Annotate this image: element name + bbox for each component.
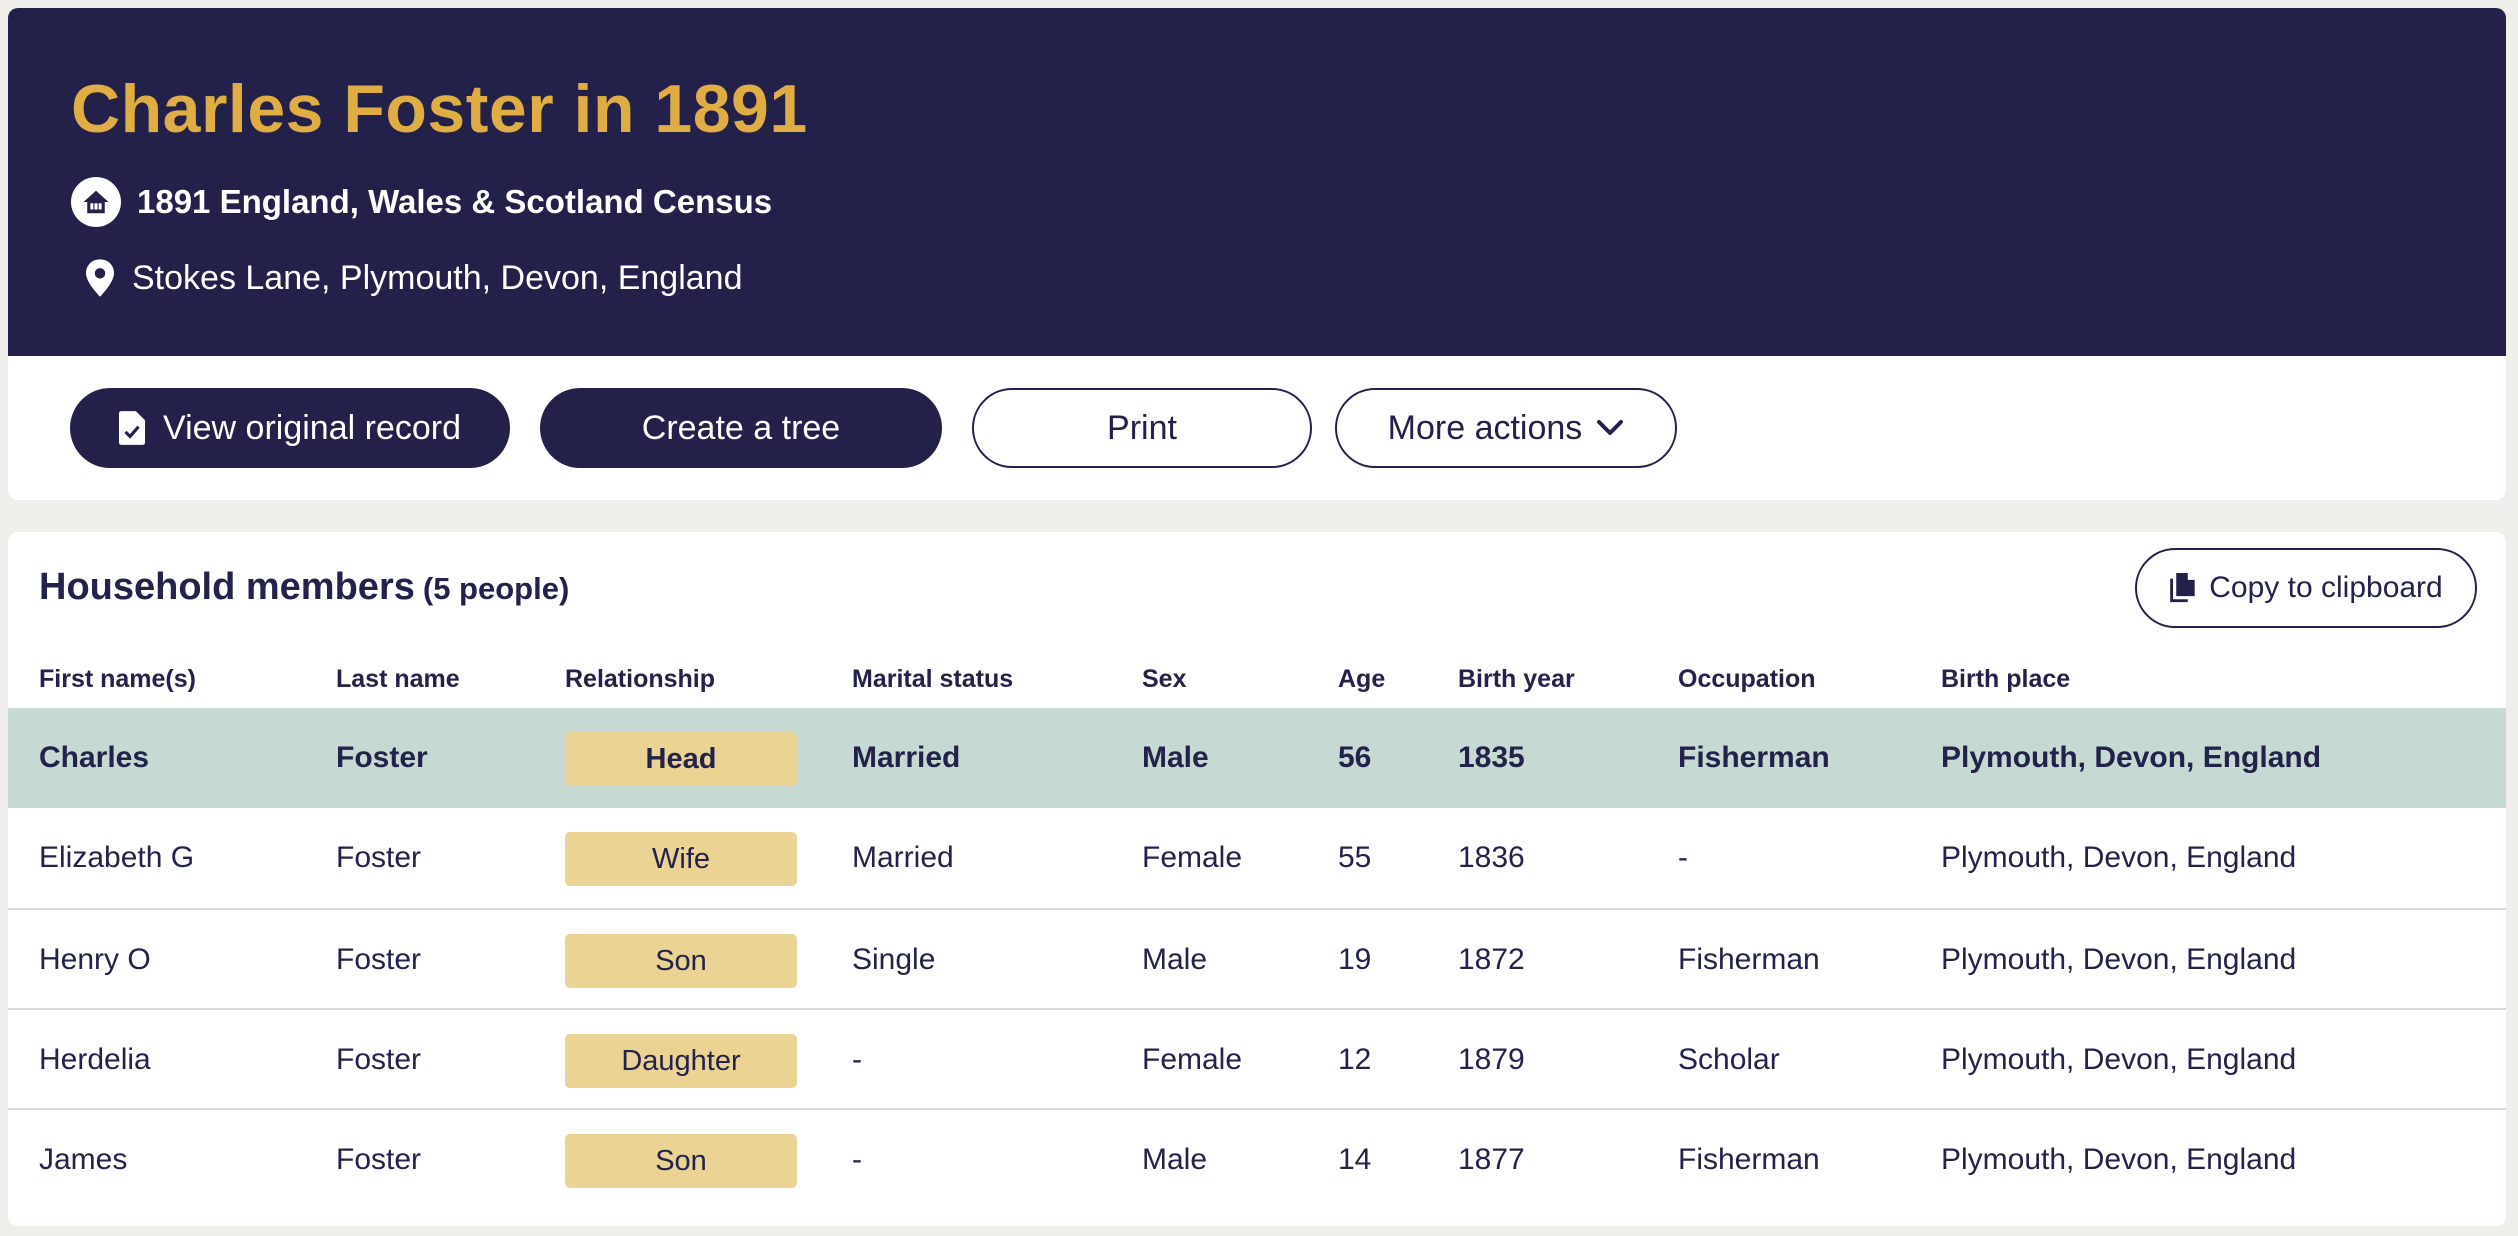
location-text: Stokes Lane, Plymouth, Devon, England bbox=[132, 258, 743, 297]
more-actions-label: More actions bbox=[1387, 408, 1583, 447]
cell-sex: Female bbox=[1142, 1043, 1243, 1076]
cell-birth-place: Plymouth, Devon, England bbox=[1941, 1043, 2297, 1076]
cell-last-name: Foster bbox=[336, 1143, 422, 1176]
print-label: Print bbox=[1107, 408, 1177, 447]
cell-birth-year: 1835 bbox=[1458, 741, 1525, 774]
print-button[interactable]: Print bbox=[972, 388, 1312, 468]
cell-marital-status: - bbox=[852, 1043, 862, 1076]
column-header-marital-status: Marital status bbox=[852, 665, 1014, 693]
column-header-occupation: Occupation bbox=[1678, 665, 1816, 693]
cell-first-name: Elizabeth G bbox=[39, 841, 195, 874]
cell-birth-year: 1836 bbox=[1458, 841, 1525, 874]
column-header-sex: Sex bbox=[1142, 665, 1187, 693]
table-row[interactable]: Henry O Foster Son Single Male 19 1872 F… bbox=[8, 908, 2506, 1008]
column-header-first-name: First name(s) bbox=[39, 665, 196, 693]
relationship-badge: Daughter bbox=[565, 1034, 797, 1088]
chevron-down-icon bbox=[1596, 419, 1624, 437]
cell-birth-place: Plymouth, Devon, England bbox=[1941, 741, 2322, 774]
cell-occupation: Fisherman bbox=[1678, 1143, 1820, 1176]
column-header-relationship: Relationship bbox=[565, 665, 716, 693]
cell-marital-status: Single bbox=[852, 943, 936, 976]
table-row-selected[interactable]: Charles Foster Head Married Male 56 1835… bbox=[8, 708, 2506, 808]
column-header-birth-place: Birth place bbox=[1941, 665, 2071, 693]
cell-last-name: Foster bbox=[336, 741, 428, 774]
cell-birth-place: Plymouth, Devon, England bbox=[1941, 1143, 2297, 1176]
cell-occupation: Fisherman bbox=[1678, 741, 1830, 774]
cell-birth-place: Plymouth, Devon, England bbox=[1941, 841, 2297, 874]
cell-age: 56 bbox=[1338, 741, 1372, 774]
column-header-birth-year: Birth year bbox=[1458, 665, 1575, 693]
cell-first-name: James bbox=[39, 1143, 128, 1176]
cell-occupation: Fisherman bbox=[1678, 943, 1820, 976]
create-tree-button[interactable]: Create a tree bbox=[540, 388, 942, 468]
cell-marital-status: - bbox=[852, 1143, 862, 1176]
cell-age: 14 bbox=[1338, 1143, 1372, 1176]
cell-occupation: Scholar bbox=[1678, 1043, 1780, 1076]
cell-first-name: Herdelia bbox=[39, 1043, 151, 1076]
cell-age: 12 bbox=[1338, 1043, 1372, 1076]
view-original-record-button[interactable]: View original record bbox=[70, 388, 510, 468]
table-header-row: First name(s) Last name Relationship Mar… bbox=[8, 650, 2506, 708]
cell-birth-year: 1879 bbox=[1458, 1043, 1525, 1076]
map-pin-icon bbox=[86, 258, 116, 298]
page-title: Charles Foster in 1891 bbox=[71, 71, 808, 147]
cell-age: 55 bbox=[1338, 841, 1372, 874]
view-original-record-label: View original record bbox=[163, 408, 461, 447]
relationship-badge: Wife bbox=[565, 832, 797, 886]
copy-to-clipboard-button[interactable]: Copy to clipboard bbox=[2135, 548, 2477, 628]
cell-occupation: - bbox=[1678, 841, 1688, 874]
document-icon bbox=[119, 411, 146, 445]
household-members-panel: Household members (5 people) Copy to cli… bbox=[8, 532, 2506, 1226]
cell-birth-year: 1872 bbox=[1458, 943, 1525, 976]
table-row[interactable]: Elizabeth G Foster Wife Married Female 5… bbox=[8, 808, 2506, 908]
household-title: Household members bbox=[39, 566, 415, 608]
cell-marital-status: Married bbox=[852, 741, 961, 774]
cell-sex: Male bbox=[1142, 741, 1209, 774]
cell-last-name: Foster bbox=[336, 841, 422, 874]
census-collection: 1891 England, Wales & Scotland Census bbox=[71, 176, 772, 228]
household-count: (5 people) bbox=[422, 571, 570, 606]
record-location: Stokes Lane, Plymouth, Devon, England bbox=[86, 252, 743, 304]
column-header-last-name: Last name bbox=[336, 665, 460, 693]
cell-birth-year: 1877 bbox=[1458, 1143, 1525, 1176]
relationship-badge: Son bbox=[565, 934, 797, 988]
relationship-badge: Head bbox=[565, 732, 797, 786]
cell-sex: Male bbox=[1142, 1143, 1208, 1176]
cell-sex: Female bbox=[1142, 841, 1243, 874]
action-bar: View original record Create a tree Print… bbox=[8, 356, 2506, 500]
column-header-age: Age bbox=[1338, 665, 1386, 693]
relationship-badge: Son bbox=[565, 1134, 797, 1188]
cell-first-name: Henry O bbox=[39, 943, 151, 976]
house-icon bbox=[71, 177, 121, 227]
table-row[interactable]: Herdelia Foster Daughter - Female 12 187… bbox=[8, 1008, 2506, 1108]
cell-age: 19 bbox=[1338, 943, 1372, 976]
cell-last-name: Foster bbox=[336, 943, 422, 976]
create-tree-label: Create a tree bbox=[641, 408, 841, 447]
table-row[interactable]: James Foster Son - Male 14 1877 Fisherma… bbox=[8, 1108, 2506, 1208]
cell-sex: Male bbox=[1142, 943, 1208, 976]
copy-icon bbox=[2169, 573, 2195, 603]
cell-birth-place: Plymouth, Devon, England bbox=[1941, 943, 2297, 976]
record-header: Charles Foster in 1891 1891 England, Wal… bbox=[8, 8, 2506, 356]
cell-first-name: Charles bbox=[39, 741, 150, 774]
household-heading: Household members (5 people) bbox=[39, 566, 569, 609]
cell-marital-status: Married bbox=[852, 841, 954, 874]
more-actions-button[interactable]: More actions bbox=[1335, 388, 1677, 468]
copy-label: Copy to clipboard bbox=[2209, 571, 2443, 604]
cell-last-name: Foster bbox=[336, 1043, 422, 1076]
household-table: First name(s) Last name Relationship Mar… bbox=[8, 650, 2506, 1208]
census-name: 1891 England, Wales & Scotland Census bbox=[137, 183, 773, 220]
